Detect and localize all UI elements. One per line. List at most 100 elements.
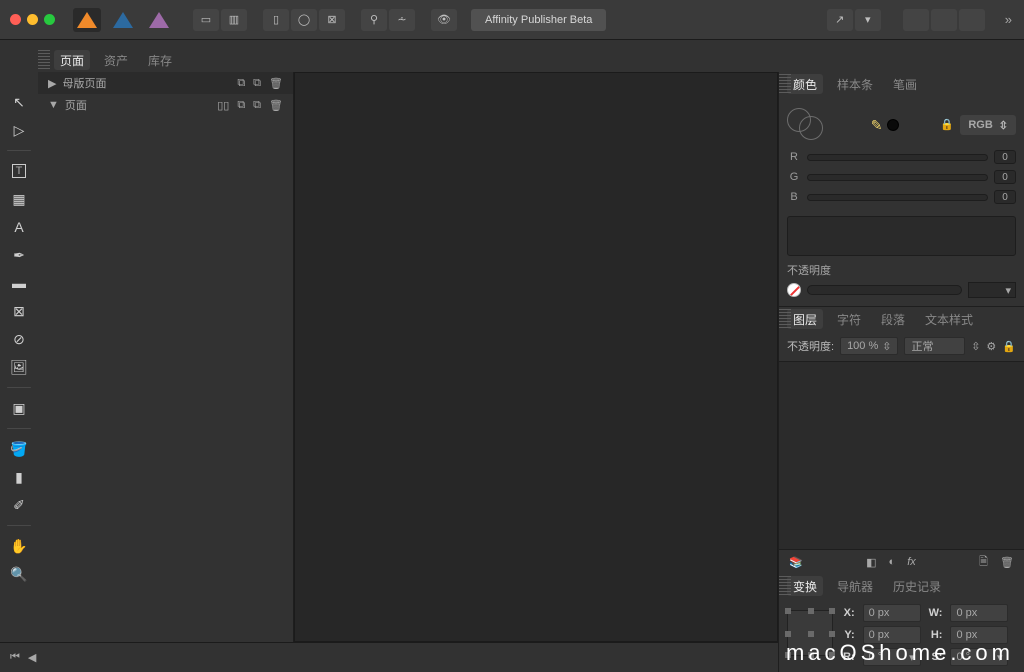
- left-panel-header: 页面 资产 库存: [38, 40, 294, 72]
- adjustment-icon[interactable]: ◐: [889, 556, 896, 568]
- r-value[interactable]: 0: [994, 150, 1016, 164]
- opacity-field[interactable]: ▾: [968, 282, 1016, 298]
- new-layer-icon[interactable]: 🗎: [979, 553, 988, 572]
- fx-icon[interactable]: fx: [907, 556, 916, 568]
- minimize-window[interactable]: [27, 14, 38, 25]
- tool-fill[interactable]: 🪣: [6, 436, 32, 462]
- tab-paragraph[interactable]: 段落: [875, 309, 911, 329]
- tool-table[interactable]: ▦: [6, 186, 32, 212]
- toolbar-align-icon[interactable]: ↗: [827, 9, 853, 31]
- tool-node[interactable]: ▷: [6, 117, 32, 143]
- persona-designer[interactable]: [109, 8, 137, 32]
- disclosure-icon[interactable]: ▶: [48, 77, 56, 90]
- blend-mode-select[interactable]: 正常: [904, 337, 965, 355]
- window-controls[interactable]: [10, 14, 55, 25]
- toolbar-extra-2[interactable]: [931, 9, 957, 31]
- prev-page-icon[interactable]: ◀: [28, 651, 36, 664]
- layers-stack-icon[interactable]: 📚: [789, 556, 803, 569]
- new-page-icon[interactable]: ⧉: [253, 99, 261, 112]
- tool-pen[interactable]: ✒: [6, 242, 32, 268]
- layers-list[interactable]: [779, 361, 1024, 550]
- color-preview-box: [787, 216, 1016, 256]
- layer-controls: 不透明度: 100 %⇳ 正常 ⇳ ⚙ 🔒: [779, 331, 1024, 361]
- b-value[interactable]: 0: [994, 190, 1016, 204]
- tab-layers[interactable]: 图层: [787, 309, 823, 329]
- toolbar-align-dropdown-icon[interactable]: ▾: [855, 9, 881, 31]
- maximize-window[interactable]: [44, 14, 55, 25]
- b-slider[interactable]: [807, 194, 988, 201]
- tool-transparency[interactable]: ▮: [6, 464, 32, 490]
- persona-publisher[interactable]: [73, 8, 101, 32]
- tab-character[interactable]: 字符: [831, 309, 867, 329]
- w-field[interactable]: 0 px: [950, 604, 1008, 622]
- g-value[interactable]: 0: [994, 170, 1016, 184]
- lock-icon[interactable]: 🔒: [1002, 340, 1016, 353]
- no-color-icon[interactable]: [787, 283, 801, 297]
- pages-row[interactable]: ▼ 页面 ▯▯ ⧉ ⧉ 🗑: [38, 94, 293, 116]
- color-panel: ✎ 🔒 RGB ⇳ R 0 G 0 B 0: [779, 96, 1024, 307]
- opacity-slider[interactable]: [807, 285, 962, 295]
- duplicate-icon[interactable]: ⧉: [237, 77, 245, 90]
- tab-stock[interactable]: 库存: [142, 50, 178, 70]
- tool-vector-crop[interactable]: ▣: [6, 395, 32, 421]
- tool-place-image[interactable]: 🖼: [6, 354, 32, 380]
- tab-swatches[interactable]: 样本条: [831, 74, 879, 94]
- toolbar-pin-icon[interactable]: ⚲: [361, 9, 387, 31]
- layer-opacity-field[interactable]: 100 %⇳: [840, 337, 898, 355]
- eyedropper-icon[interactable]: ✎: [871, 117, 883, 134]
- toolbar-shape-oval-icon[interactable]: ◯: [291, 9, 317, 31]
- tab-history[interactable]: 历史记录: [887, 576, 947, 596]
- x-field[interactable]: 0 px: [863, 604, 921, 622]
- tab-transform[interactable]: 变换: [787, 576, 823, 596]
- chevron-down-icon: ⇳: [999, 119, 1008, 132]
- tab-text-styles[interactable]: 文本样式: [919, 309, 979, 329]
- toolbar-file-new-icon[interactable]: ▭: [193, 9, 219, 31]
- persona-switcher[interactable]: [73, 8, 173, 32]
- first-page-icon[interactable]: ⏮: [10, 651, 20, 664]
- color-mode-label: RGB: [968, 119, 992, 131]
- tool-frame-text[interactable]: T: [6, 158, 32, 184]
- delete-icon[interactable]: 🗑: [269, 99, 283, 112]
- mask-icon[interactable]: ◧: [866, 556, 876, 569]
- toolbar-shape-frame-icon[interactable]: ⊠: [319, 9, 345, 31]
- tool-rectangle[interactable]: ▬: [6, 270, 32, 296]
- tool-move[interactable]: ↖: [6, 89, 32, 115]
- tab-color[interactable]: 颜色: [787, 74, 823, 94]
- close-window[interactable]: [10, 14, 21, 25]
- disclosure-icon[interactable]: ▼: [48, 99, 59, 111]
- tool-pan[interactable]: ✋: [6, 533, 32, 559]
- tool-zoom[interactable]: 🔍: [6, 561, 32, 587]
- delete-layer-icon[interactable]: 🗑: [1000, 556, 1014, 569]
- toolbar-extra-1[interactable]: [903, 9, 929, 31]
- toolbar-file-recent-icon[interactable]: ▥: [221, 9, 247, 31]
- gear-icon[interactable]: ⚙: [986, 340, 996, 353]
- tab-pages[interactable]: 页面: [54, 50, 90, 70]
- toolbar-overflow-icon[interactable]: »: [1005, 12, 1012, 27]
- tool-ellipse[interactable]: ⊘: [6, 326, 32, 352]
- toolbar-shape-page-icon[interactable]: ▯: [263, 9, 289, 31]
- tool-picture-frame[interactable]: ⊠: [6, 298, 32, 324]
- canvas-area[interactable]: [294, 72, 778, 642]
- current-color-dot[interactable]: [887, 119, 899, 131]
- spread-icon[interactable]: ▯▯: [217, 99, 229, 112]
- tool-color-picker[interactable]: ✐: [6, 492, 32, 518]
- tab-assets[interactable]: 资产: [98, 50, 134, 70]
- fill-stroke-selector[interactable]: [787, 108, 829, 142]
- g-slider[interactable]: [807, 174, 988, 181]
- toolbar-extra-3[interactable]: [959, 9, 985, 31]
- tool-artistic-text[interactable]: A: [6, 214, 32, 240]
- toolbar-link-icon[interactable]: ⩪: [389, 9, 415, 31]
- blend-mode-stepper[interactable]: ⇳: [971, 340, 980, 353]
- new-page-icon[interactable]: ⧉: [253, 77, 261, 90]
- toolbar-preview-icon[interactable]: 👁: [431, 9, 457, 31]
- tab-stroke[interactable]: 笔画: [887, 74, 923, 94]
- r-slider[interactable]: [807, 154, 988, 161]
- persona-photo[interactable]: [145, 8, 173, 32]
- tab-navigator[interactable]: 导航器: [831, 576, 879, 596]
- delete-icon[interactable]: 🗑: [269, 77, 283, 90]
- master-pages-row[interactable]: ▶ 母版页面 ⧉ ⧉ 🗑: [38, 72, 293, 94]
- tool-separator: [7, 428, 31, 429]
- lock-icon[interactable]: 🔒: [940, 118, 954, 132]
- color-mode-select[interactable]: RGB ⇳: [960, 115, 1016, 135]
- duplicate-icon[interactable]: ⧉: [237, 99, 245, 112]
